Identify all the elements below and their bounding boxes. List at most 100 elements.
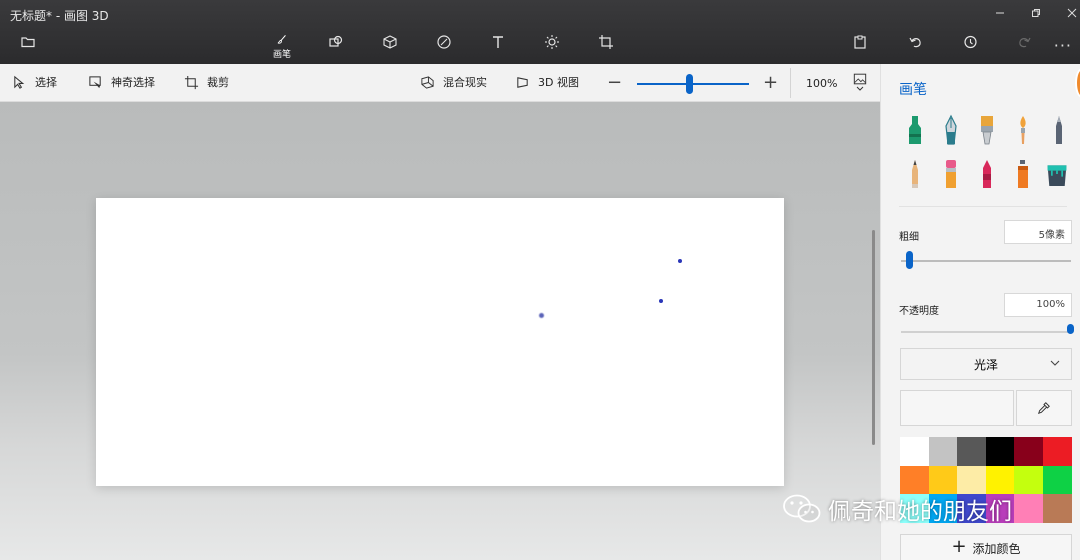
color-swatch[interactable]: [900, 465, 929, 495]
panel-title: 画笔: [899, 82, 927, 98]
redo-button[interactable]: [1006, 34, 1042, 60]
cursor-icon: [14, 75, 25, 89]
zoom-in-button[interactable]: +: [763, 72, 778, 93]
oil-brush-icon[interactable]: [975, 114, 999, 146]
thickness-label: 粗细: [899, 232, 919, 243]
menu-folder-button[interactable]: [10, 34, 46, 60]
color-swatch[interactable]: [900, 437, 929, 466]
3d-view-button[interactable]: 3D 视图: [515, 74, 579, 90]
zoom-level-text: 100%: [806, 77, 838, 90]
title-bar: 无标题* - 画图 3D 画笔 ···: [0, 0, 1080, 64]
add-color-button[interactable]: + 添加颜色: [900, 534, 1072, 560]
thickness-input[interactable]: 5像素: [1004, 220, 1072, 244]
secondary-toolbar: 选择 神奇选择 裁剪 混合现实 3D 视图 − + 100%: [0, 64, 880, 102]
3d-shapes-tool-button[interactable]: [372, 34, 408, 60]
close-button[interactable]: [1052, 0, 1080, 26]
close-icon: [1067, 8, 1077, 18]
paste-button[interactable]: [842, 34, 878, 60]
image-icon: [853, 73, 867, 85]
paint-dot: [678, 259, 682, 263]
vertical-scrollbar[interactable]: [872, 230, 875, 445]
opacity-input[interactable]: 100%: [1004, 293, 1072, 317]
history-button[interactable]: [952, 34, 988, 60]
pixel-pen-icon[interactable]: [1047, 114, 1071, 146]
text-tool-button[interactable]: [480, 34, 516, 60]
fill-bucket-icon[interactable]: [1045, 158, 1069, 190]
pencil-brush-icon[interactable]: [903, 158, 927, 190]
watermark: 佩奇和她的朋友们: [782, 492, 1012, 526]
opacity-slider-track[interactable]: [901, 331, 1071, 333]
3d-view-icon: [517, 76, 528, 88]
spray-can-icon[interactable]: [1011, 158, 1035, 190]
magic-select-button[interactable]: 神奇选择: [88, 74, 155, 90]
crop-button[interactable]: 裁剪: [184, 74, 229, 90]
eraser-brush-icon[interactable]: [939, 158, 963, 190]
thickness-slider-thumb[interactable]: [906, 251, 913, 269]
calligraphy-pen-icon[interactable]: [939, 114, 963, 146]
mixed-reality-label: 混合现实: [443, 76, 487, 89]
color-swatch[interactable]: [1042, 437, 1072, 466]
brushes-tool-button[interactable]: 画笔: [264, 34, 300, 60]
zoom-out-button[interactable]: −: [607, 72, 622, 93]
paint-dot: [659, 299, 663, 303]
watercolor-brush-icon[interactable]: [1011, 114, 1035, 146]
current-color-preview[interactable]: [900, 390, 1014, 426]
watermark-text: 佩奇和她的朋友们: [828, 499, 1012, 525]
color-swatch[interactable]: [1014, 437, 1043, 466]
thickness-slider-track[interactable]: [901, 260, 1071, 262]
maximize-button[interactable]: [1016, 0, 1056, 26]
crayon-brush-icon[interactable]: [975, 158, 999, 190]
select-label: 选择: [35, 76, 57, 89]
effects-tool-button[interactable]: [534, 34, 570, 60]
marker-brush-icon[interactable]: [903, 114, 927, 146]
redo-icon: [1019, 37, 1031, 48]
text-icon: [493, 36, 503, 48]
wechat-icon: [783, 494, 821, 523]
eyedropper-button[interactable]: [1016, 390, 1072, 426]
magic-select-label: 神奇选择: [111, 76, 155, 89]
folder-icon: [21, 37, 35, 48]
brush-icon: [277, 35, 286, 44]
stickers-tool-button[interactable]: [426, 34, 462, 60]
finish-dropdown[interactable]: 光泽: [900, 348, 1072, 380]
drawing-canvas[interactable]: [96, 198, 784, 486]
minimize-button[interactable]: [980, 0, 1020, 26]
color-swatch[interactable]: [957, 437, 986, 466]
2d-shapes-icon: [329, 35, 343, 47]
clipboard-icon: [854, 35, 866, 49]
color-swatch[interactable]: [1042, 494, 1072, 523]
color-swatch[interactable]: [1014, 494, 1043, 523]
zoom-slider-thumb[interactable]: [686, 74, 694, 94]
toolbar-divider: [790, 68, 791, 98]
select-button[interactable]: 选择: [12, 74, 57, 90]
restore-icon: [1032, 9, 1040, 17]
opacity-slider-thumb[interactable]: [1067, 324, 1074, 334]
paint-dot: [539, 313, 544, 318]
finish-value: 光泽: [973, 357, 998, 372]
chevron-down-icon: [856, 86, 864, 91]
undo-button[interactable]: [898, 34, 934, 60]
3d-view-label: 3D 视图: [538, 76, 579, 89]
crop-label: 裁剪: [207, 76, 229, 89]
view-options-button[interactable]: [850, 72, 870, 98]
crop-icon: [184, 75, 199, 89]
canvas-tool-button[interactable]: [588, 34, 624, 60]
2d-shapes-tool-button[interactable]: [318, 34, 354, 60]
add-color-label: 添加颜色: [972, 541, 1021, 556]
color-swatch[interactable]: [1042, 465, 1072, 495]
cube-icon: [383, 35, 397, 49]
minimize-icon: [996, 12, 1004, 14]
history-icon: [964, 35, 977, 49]
color-swatch[interactable]: [985, 465, 1015, 495]
mixed-reality-button[interactable]: 混合现实: [420, 74, 487, 90]
color-swatch[interactable]: [928, 465, 958, 495]
color-swatch[interactable]: [957, 465, 986, 495]
color-swatch[interactable]: [928, 437, 958, 466]
panel-divider: [899, 206, 1067, 207]
opacity-label: 不透明度: [899, 306, 939, 317]
color-swatch[interactable]: [1014, 465, 1043, 495]
magic-select-icon: [89, 75, 101, 88]
more-options-button[interactable]: ···: [1054, 36, 1072, 55]
undo-icon: [909, 37, 921, 48]
color-swatch[interactable]: [985, 437, 1015, 466]
